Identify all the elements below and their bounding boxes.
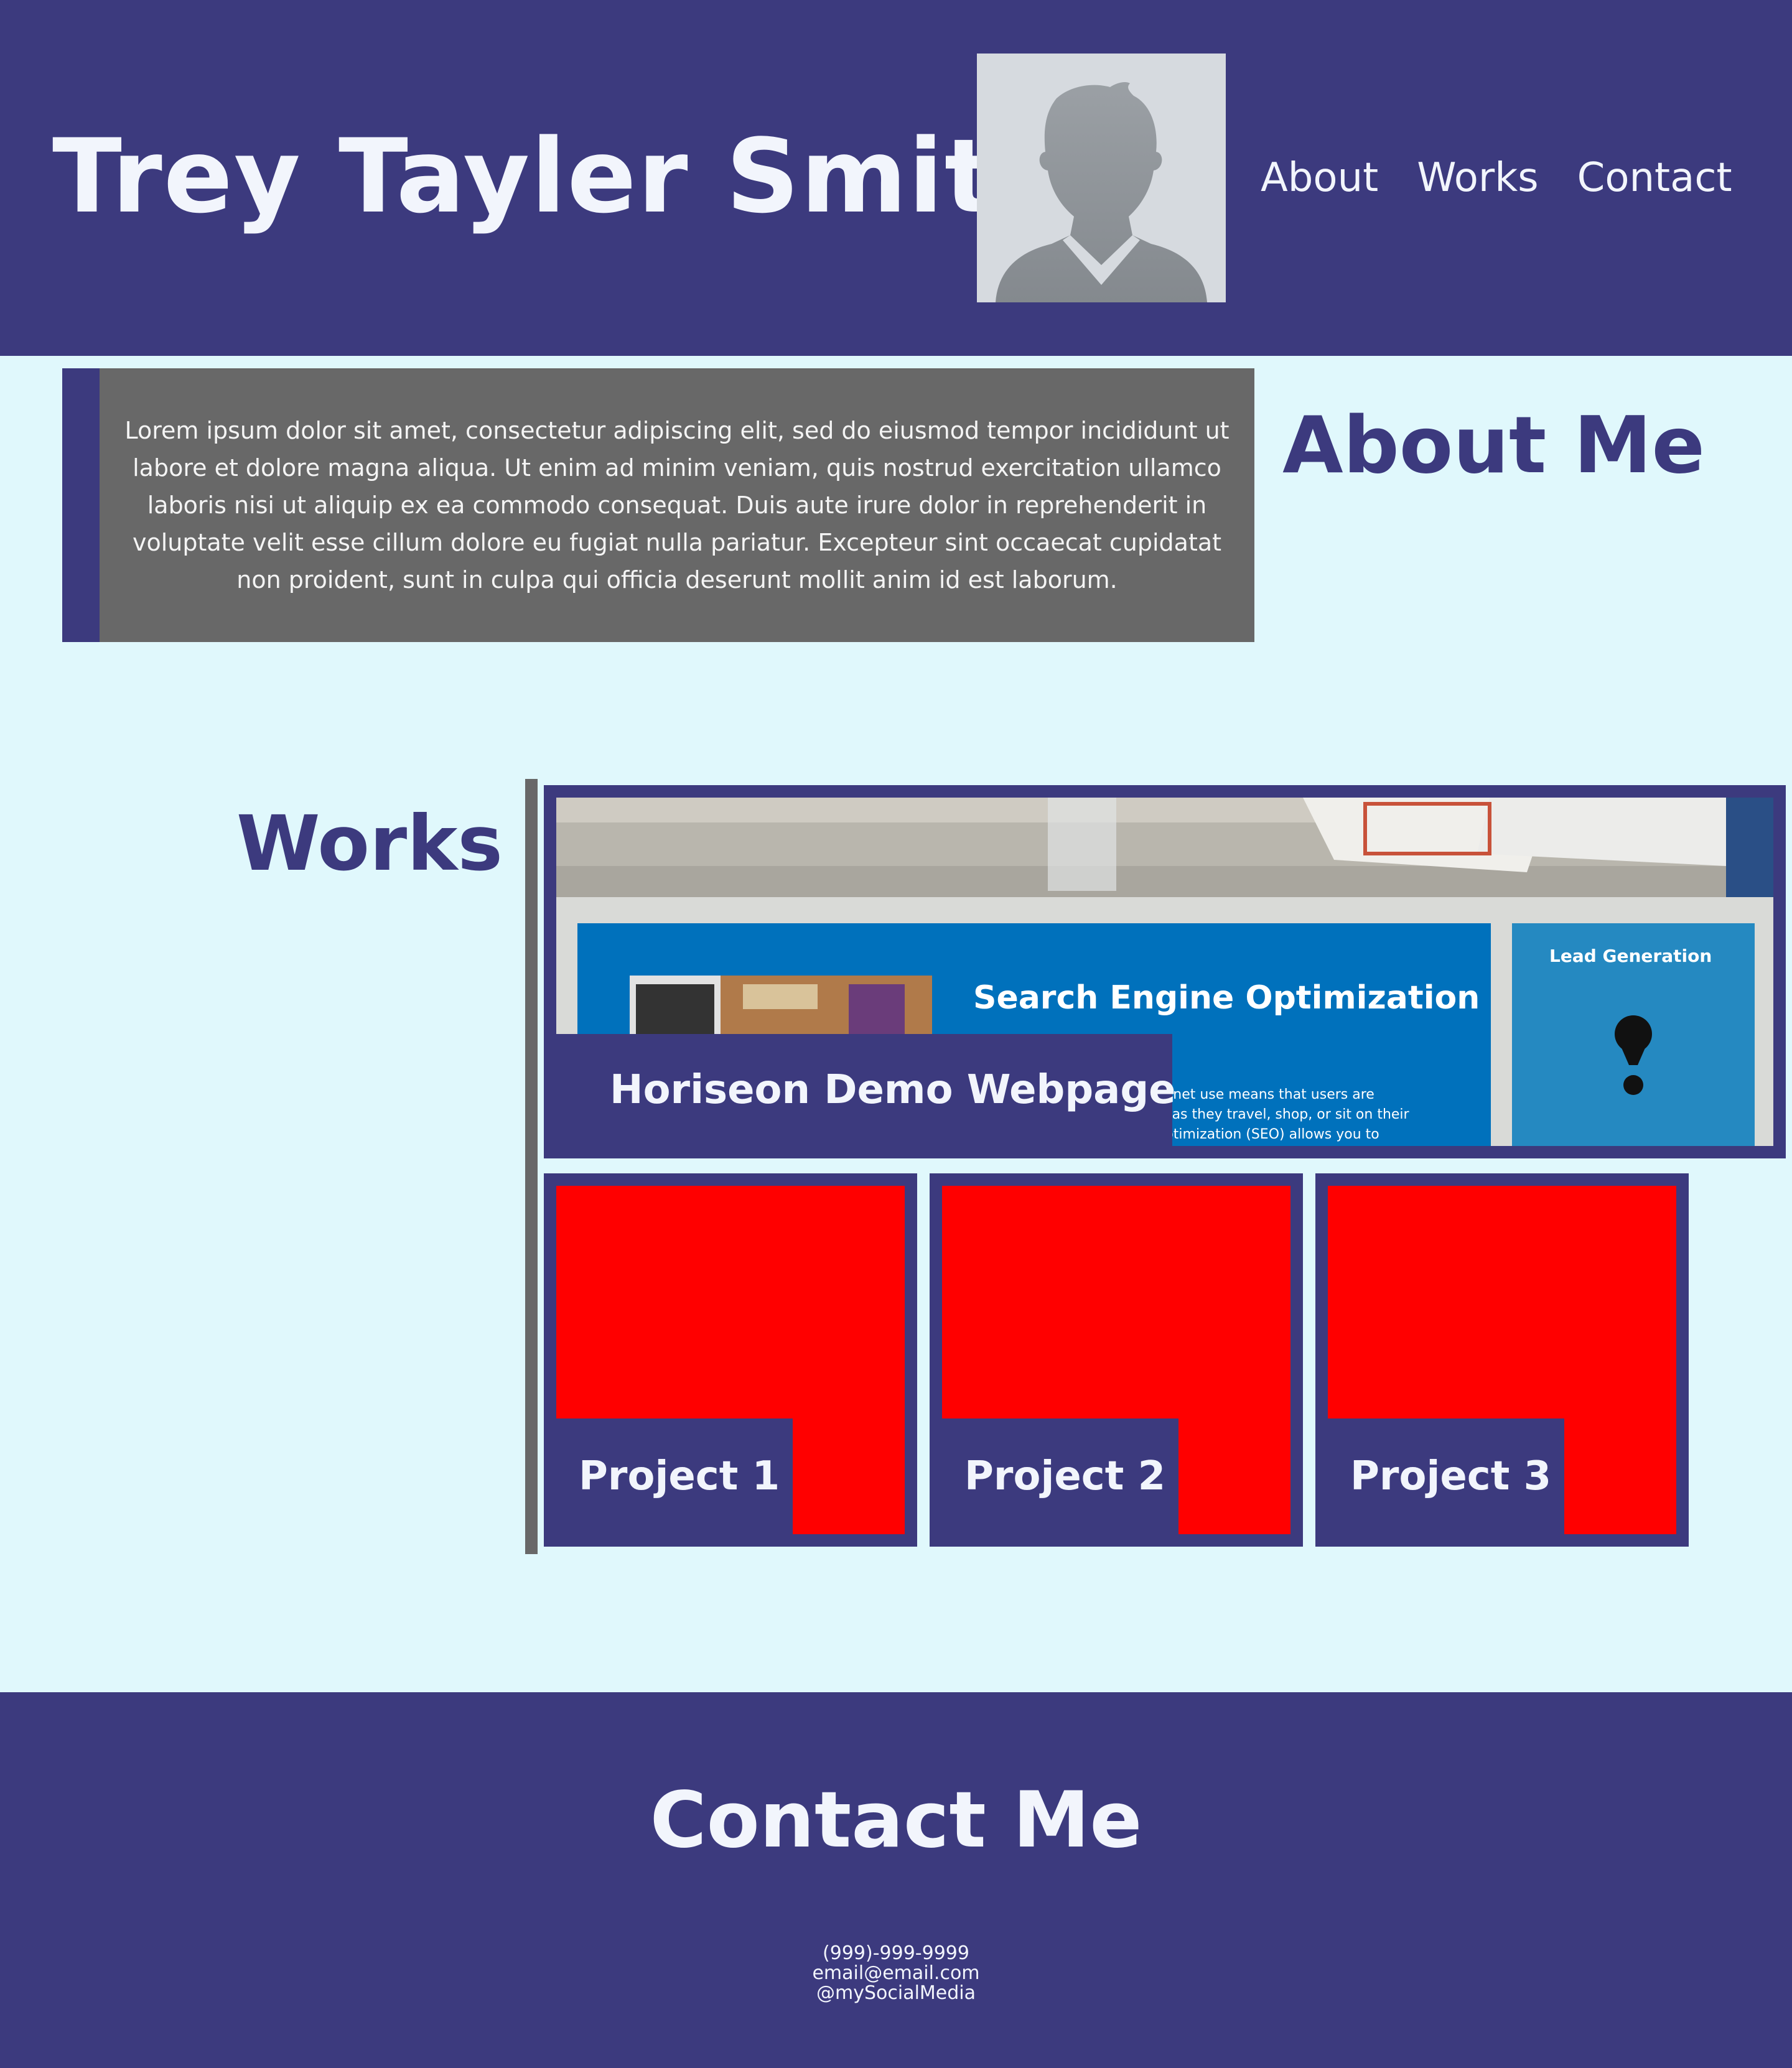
contact-social[interactable]: @mySocialMedia (0, 1983, 1792, 2003)
works-divider (525, 779, 538, 1554)
about-text-box: Lorem ipsum dolor sit amet, consectetur … (62, 368, 1254, 642)
contact-email[interactable]: email@email.com (0, 1963, 1792, 1983)
nav-link-contact[interactable]: Contact (1577, 147, 1732, 209)
project-image-placeholder: Project 2 (942, 1186, 1290, 1534)
contact-phone[interactable]: (999)-999-9999 (0, 1944, 1792, 1963)
screenshot-sidebar-title: Lead Generation (1549, 946, 1712, 966)
main-nav: About Works Contact (1261, 147, 1732, 209)
project-label: Project 2 (942, 1418, 1178, 1534)
project-card-1[interactable]: Project 1 (544, 1173, 917, 1547)
contact-heading: Contact Me (650, 1776, 1142, 1865)
about-heading: About Me (1282, 399, 1705, 491)
nav-link-works[interactable]: Works (1417, 147, 1538, 209)
featured-work-label: Horiseon Demo Webpage (556, 1034, 1176, 1146)
about-paragraph: Lorem ipsum dolor sit amet, consectetur … (124, 417, 1230, 594)
site-header: Trey Tayler Smith About Works Contact (0, 0, 1792, 356)
contact-list: (999)-999-9999 email@email.com @mySocial… (0, 1944, 1792, 2003)
project-card-3[interactable]: Project 3 (1315, 1173, 1689, 1547)
contact-section: Contact Me (999)-999-9999 email@email.co… (0, 1692, 1792, 2068)
avatar (977, 54, 1226, 302)
screenshot-headline: Search Engine Optimization (973, 979, 1480, 1017)
screenshot-body-line-3: e Optimization (SEO) allows you to (1141, 1127, 1379, 1142)
site-title: Trey Tayler Smith (52, 117, 1068, 236)
screenshot-body-line-2: less as they travel, shop, or sit on the… (1141, 1107, 1409, 1122)
project-label: Project 3 (1328, 1418, 1564, 1534)
featured-work-card[interactable]: Search Engine Optimization Lead Generati… (544, 785, 1786, 1158)
featured-work-image: Search Engine Optimization Lead Generati… (556, 798, 1773, 1146)
project-label: Project 1 (556, 1418, 793, 1534)
project-card-2[interactable]: Project 2 (930, 1173, 1303, 1547)
works-heading: Works (236, 799, 503, 888)
user-silhouette-icon (996, 82, 1207, 302)
nav-link-about[interactable]: About (1261, 147, 1378, 209)
project-image-placeholder: Project 3 (1328, 1186, 1676, 1534)
screenshot-body-line-1: Internet use means that users are (1141, 1087, 1374, 1102)
project-image-placeholder: Project 1 (556, 1186, 905, 1534)
